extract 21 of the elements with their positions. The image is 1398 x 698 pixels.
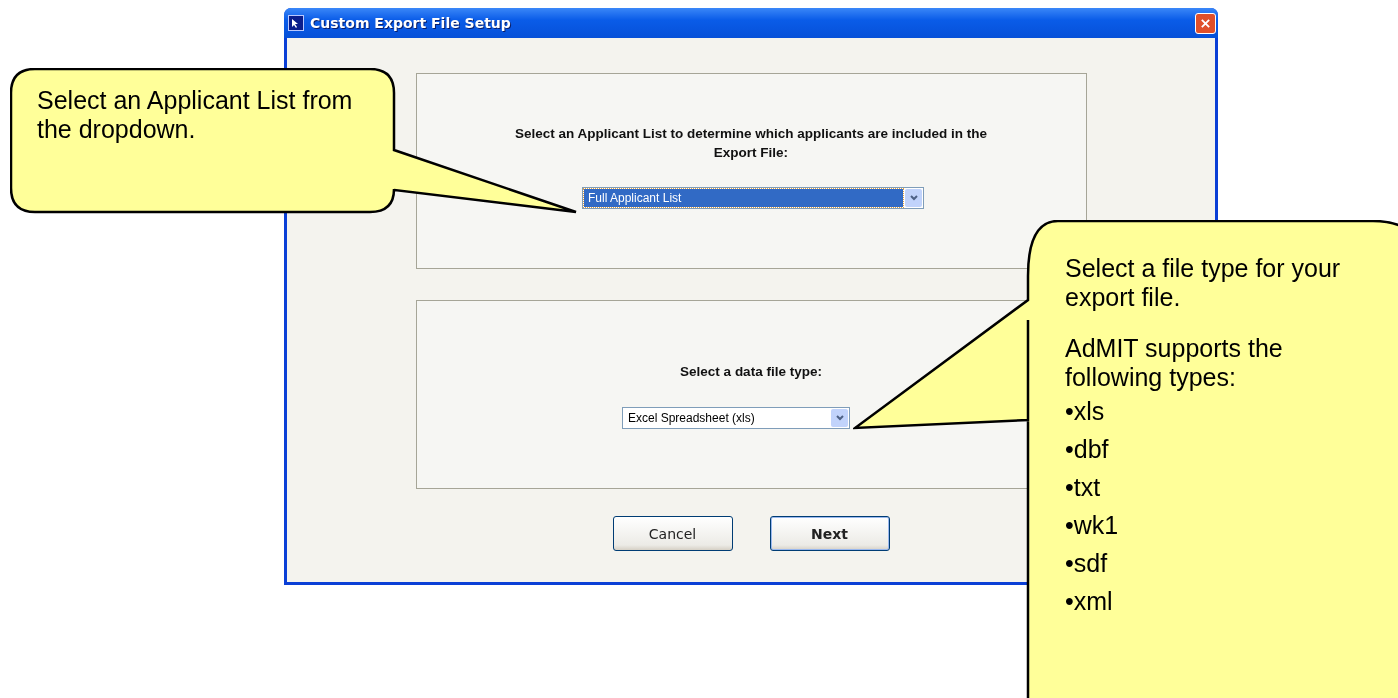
- chevron-down-icon: [831, 409, 848, 427]
- next-button[interactable]: Next: [769, 516, 890, 551]
- bullet-item: •txt: [1065, 472, 1101, 503]
- bullet-item: •dbf: [1065, 434, 1109, 465]
- applicant-list-dropdown[interactable]: Full Applicant List: [582, 187, 924, 209]
- bullet-item: •xls: [1065, 396, 1105, 427]
- app-icon: [288, 15, 304, 31]
- window-title: Custom Export File Setup: [310, 15, 512, 31]
- bullet-item: •xml: [1065, 586, 1113, 617]
- prompt-text: Select a data file type:: [679, 363, 823, 381]
- close-button[interactable]: [1195, 12, 1216, 34]
- bullet-item: •sdf: [1065, 548, 1108, 579]
- chevron-down-icon: [905, 189, 922, 207]
- prompt-text: Select an Applicant List to determine which applicants are included in the Export File:: [513, 125, 989, 162]
- callout-text: AdMIT supports the following types:: [1065, 334, 1284, 392]
- close-icon: [1200, 17, 1211, 29]
- callout-text: Select an Applicant List from the dropdown.: [37, 86, 354, 144]
- file-type-dropdown[interactable]: Excel Spreadsheet (xls): [622, 407, 850, 429]
- bullet-item: •wk1: [1065, 510, 1119, 541]
- callout-text: Select a file type for your export file.: [1065, 254, 1342, 312]
- cancel-button[interactable]: Cancel: [612, 516, 733, 551]
